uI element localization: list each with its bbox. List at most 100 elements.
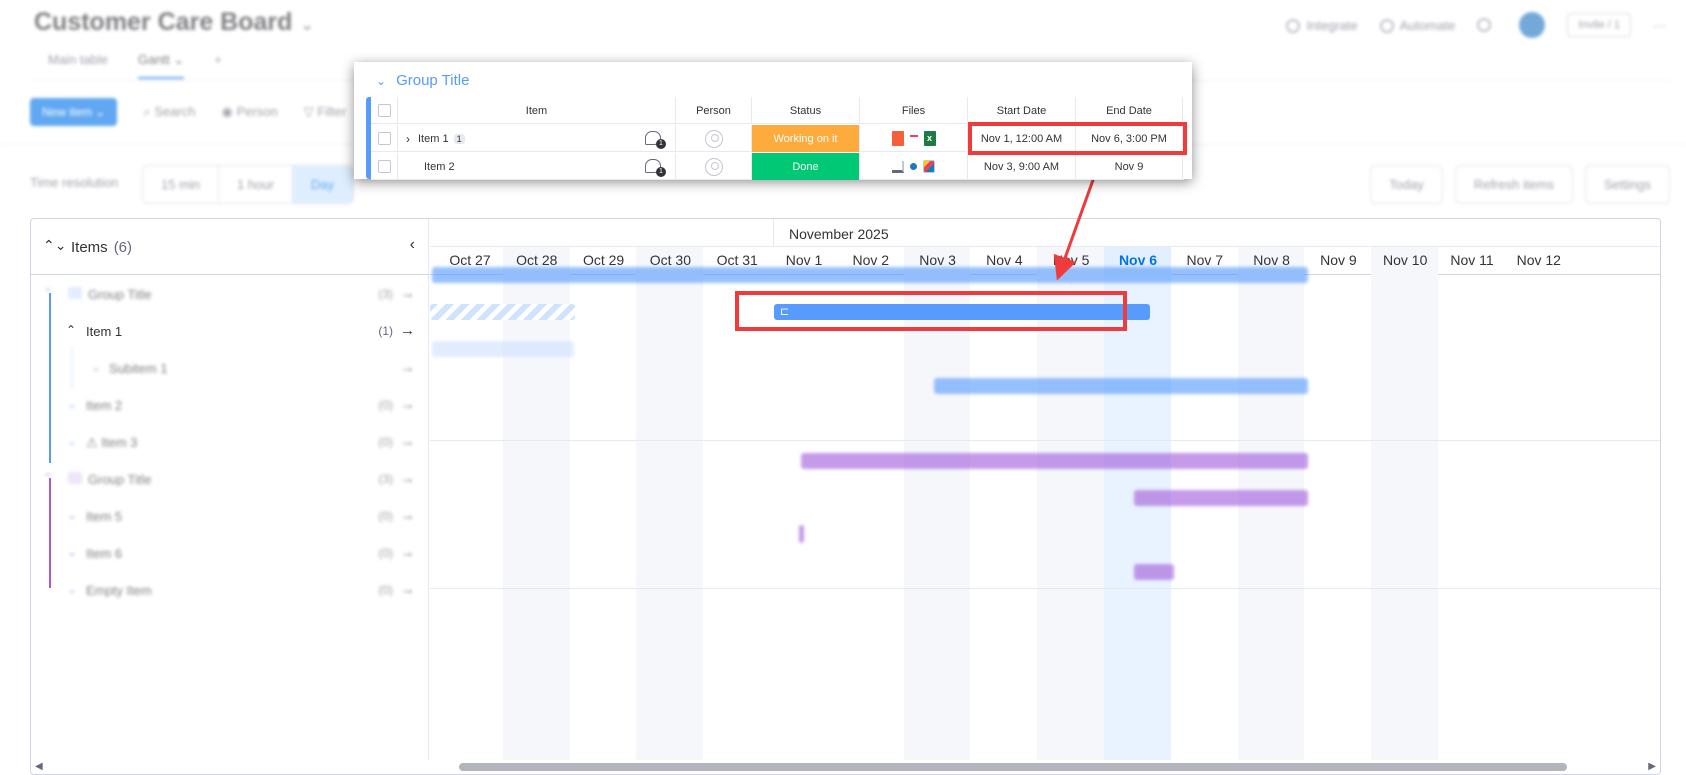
chevron-down-icon[interactable]: ⌄	[91, 360, 101, 374]
group-icon	[68, 287, 82, 299]
chevron-up-icon[interactable]: ⌃	[66, 323, 76, 337]
select-all-checkbox[interactable]	[377, 104, 391, 117]
column-header-item[interactable]: Item	[397, 97, 675, 124]
item-row[interactable]: ⌄ ⚠ Item 3 (0) →	[31, 423, 429, 463]
month-header: November 2025	[430, 219, 1660, 247]
add-view-button[interactable]: +	[214, 52, 222, 79]
arrow-right-icon[interactable]: →	[400, 433, 415, 450]
chevron-down-icon[interactable]: ⌄	[67, 582, 77, 596]
arrow-right-icon[interactable]: →	[400, 581, 415, 598]
arrow-right-icon[interactable]: →	[400, 470, 415, 487]
group-bar[interactable]	[432, 267, 1308, 283]
subitem-row[interactable]: ⌄ Subitem 1 →	[31, 349, 429, 389]
subitem-bar[interactable]	[432, 341, 574, 357]
doc-file-icon[interactable]	[909, 134, 918, 143]
main-table-popup: ⌄ Group Title Item Person Status Files St…	[354, 62, 1192, 180]
chevron-up-icon[interactable]: ⌃	[43, 286, 53, 300]
status-badge[interactable]: Done	[751, 153, 859, 180]
chevron-down-icon[interactable]: ⌄	[300, 17, 313, 34]
chevron-down-icon[interactable]: ⌄	[376, 74, 386, 88]
excel-file-icon[interactable]: x	[923, 131, 936, 146]
collapse-all-icon[interactable]: ⌃⌄	[43, 237, 66, 254]
filter-button[interactable]: ▽ Filter	[304, 104, 347, 120]
arrow-right-icon[interactable]: →	[400, 322, 415, 339]
more-icon[interactable]: ···	[1653, 18, 1666, 33]
chevron-down-icon[interactable]: ⌄	[67, 508, 77, 522]
item-bar[interactable]	[1134, 490, 1308, 506]
chevron-right-icon[interactable]: ›	[406, 132, 410, 146]
status-badge[interactable]: Working on it	[751, 125, 859, 152]
resolution-option-day[interactable]: Day	[292, 166, 354, 203]
new-item-label: New item	[42, 105, 93, 119]
resolution-option-15min[interactable]: 15 min	[143, 166, 220, 203]
row-checkbox[interactable]	[377, 132, 391, 145]
subitem-count: (1)	[378, 324, 393, 338]
automate-button[interactable]: Automate	[1379, 18, 1455, 33]
arrow-right-icon[interactable]: →	[400, 507, 415, 524]
group-row[interactable]: ⌃ Group Title (3) →	[31, 460, 429, 500]
day-label: Nov 12	[1516, 252, 1561, 268]
tab-main-table[interactable]: Main table	[48, 52, 108, 79]
arrow-right-icon[interactable]: →	[400, 544, 415, 561]
header-actions: Integrate Automate Invite / 1 ···	[1286, 12, 1666, 38]
table-row[interactable]: Item 2 1 Done Nov 3, 9:00 AM Nov 9	[371, 153, 1184, 180]
person-filter-button[interactable]: ◉ Person	[222, 104, 278, 120]
chevron-down-icon[interactable]: ⌄	[67, 397, 77, 411]
row-checkbox[interactable]	[377, 160, 391, 173]
item-bar-milestone[interactable]	[799, 525, 804, 543]
end-date-cell[interactable]: Nov 9	[1075, 153, 1183, 180]
item-cell[interactable]: › Item 1 1 1	[397, 125, 675, 152]
group-title[interactable]: ⌄ Group Title	[376, 72, 469, 89]
updates-button[interactable]: 1	[645, 159, 666, 177]
column-header-files[interactable]: Files	[859, 97, 967, 124]
pdf-file-icon[interactable]	[891, 131, 904, 146]
item-row[interactable]: ⌄ Item 2 (0) →	[31, 386, 429, 426]
item-row[interactable]: ⌃ Item 1 (1) →	[31, 312, 429, 352]
chevron-down-icon[interactable]: ⌄	[67, 434, 77, 448]
avatar[interactable]	[1519, 12, 1546, 38]
files-cell[interactable]	[859, 153, 967, 180]
item-row[interactable]: ⌄ Empty Item (0) →	[31, 571, 429, 611]
collapse-panel-icon[interactable]: ‹	[410, 236, 415, 254]
item-bar[interactable]	[934, 378, 1308, 394]
arrow-right-icon[interactable]: →	[400, 359, 415, 376]
scroll-left-icon[interactable]: ◀	[35, 761, 43, 772]
scroll-right-icon[interactable]: ▶	[1648, 761, 1656, 772]
refresh-items-button[interactable]: Refresh items	[1454, 165, 1574, 204]
horizontal-scrollbar[interactable]: ◀ ▶	[31, 760, 1660, 774]
item-row[interactable]: ⌄ Item 6 (0) →	[31, 534, 429, 574]
search-button[interactable]: ⌕ Search	[143, 104, 195, 120]
image-file-icon[interactable]	[892, 160, 904, 173]
updates-button[interactable]: 1	[645, 131, 666, 149]
new-item-button[interactable]: New item ⌄	[30, 98, 118, 126]
arrow-right-icon[interactable]: →	[400, 285, 415, 302]
today-button[interactable]: Today	[1370, 165, 1443, 204]
person-cell[interactable]	[675, 153, 751, 180]
integrate-button[interactable]: Integrate	[1286, 18, 1358, 33]
column-header-end-date[interactable]: End Date	[1075, 97, 1183, 124]
item-row[interactable]: ⌄ Item 5 (0) →	[31, 497, 429, 537]
scrollbar-thumb[interactable]	[459, 763, 1567, 771]
group-bar[interactable]	[801, 453, 1308, 469]
item-bar[interactable]	[1134, 564, 1174, 580]
chevron-up-icon[interactable]: ⌃	[43, 471, 53, 485]
file-dot-icon[interactable]	[910, 163, 917, 170]
chart-file-icon[interactable]	[923, 160, 935, 173]
files-cell[interactable]: x	[859, 125, 967, 152]
settings-button[interactable]: Settings	[1585, 165, 1670, 204]
group-row[interactable]: ⌃ Group Title (3) →	[31, 275, 429, 315]
tab-gantt[interactable]: Gantt ⌄	[137, 52, 185, 79]
column-header-status[interactable]: Status	[751, 97, 859, 124]
column-header-start-date[interactable]: Start Date	[967, 97, 1075, 124]
chat-icon[interactable]	[1477, 18, 1492, 32]
item-bar-hatched[interactable]	[430, 304, 575, 320]
board-title[interactable]: Customer Care Board ⌄	[34, 8, 314, 37]
column-header-person[interactable]: Person	[675, 97, 751, 124]
start-date-cell[interactable]: Nov 3, 9:00 AM	[967, 153, 1075, 180]
arrow-right-icon[interactable]: →	[400, 396, 415, 413]
item-cell[interactable]: Item 2 1	[397, 153, 675, 180]
chevron-down-icon[interactable]: ⌄	[67, 545, 77, 559]
person-cell[interactable]	[675, 125, 751, 152]
invite-button[interactable]: Invite / 1	[1567, 13, 1631, 37]
resolution-option-1hour[interactable]: 1 hour	[219, 166, 293, 203]
